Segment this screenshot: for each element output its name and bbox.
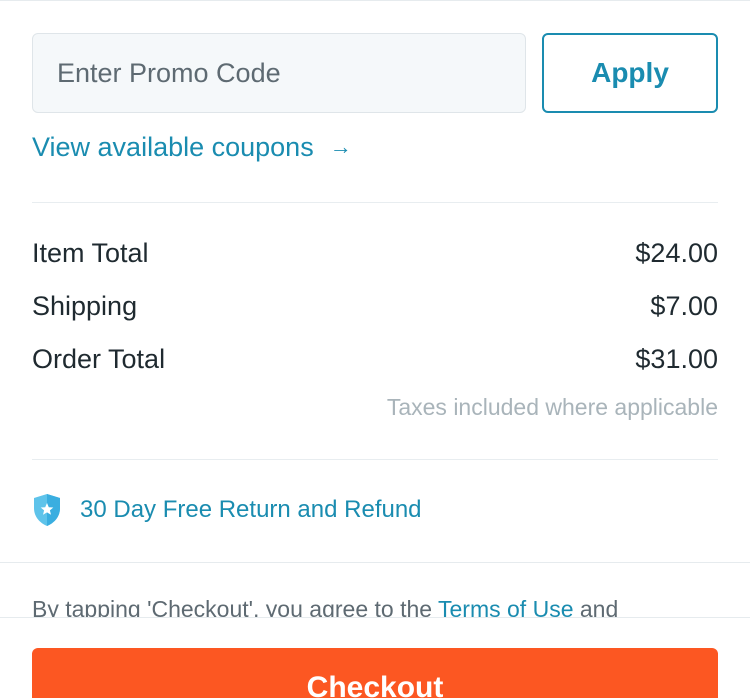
terms-of-use-link[interactable]: Terms of Use [438,596,573,617]
section-divider [0,562,750,563]
legal-suffix: and [573,596,619,617]
view-coupons-link[interactable]: View available coupons → [32,127,352,167]
item-total-label: Item Total [32,237,149,268]
shipping-label: Shipping [32,290,138,321]
shipping-row: Shipping $7.00 [32,286,718,326]
order-total-value: $31.00 [635,343,718,374]
order-total-row: Order Total $31.00 [32,339,718,379]
order-total-label: Order Total [32,343,166,374]
legal-notice: By tapping 'Checkout', you agree to the … [32,593,732,617]
tax-note: Taxes included where applicable [386,394,718,420]
summary-divider-bottom [32,459,718,460]
shipping-value: $7.00 [650,290,718,321]
checkout-button[interactable]: Checkout [32,648,718,698]
top-divider [0,0,750,1]
return-refund-guarantee[interactable]: 30 Day Free Return and Refund [32,490,422,530]
return-refund-label: 30 Day Free Return and Refund [80,496,422,523]
promo-code-input[interactable] [32,33,526,113]
shield-star-icon [34,494,60,526]
item-total-value: $24.00 [635,237,718,268]
summary-divider-top [32,202,718,203]
checkout-bar-divider [0,617,750,618]
order-summary-page: Apply View available coupons → Item Tota… [0,0,750,698]
arrow-right-icon: → [329,134,352,159]
apply-promo-button[interactable]: Apply [542,33,718,113]
legal-prefix: By tapping 'Checkout', you agree to the [32,596,439,617]
view-coupons-label: View available coupons [32,131,314,162]
item-total-row: Item Total $24.00 [32,233,718,273]
